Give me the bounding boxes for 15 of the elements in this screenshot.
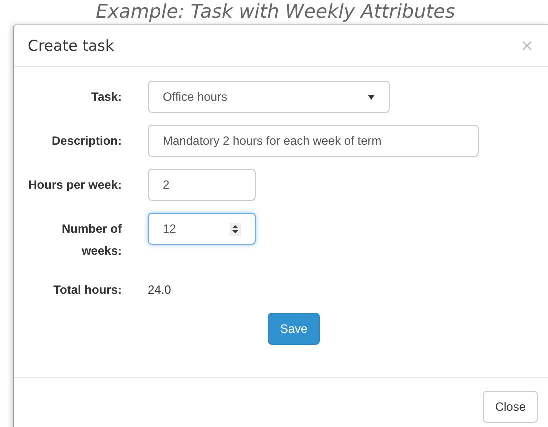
caret-icon (368, 94, 375, 100)
number-field[interactable]: 12 (148, 213, 256, 245)
field-label: Description: (50, 133, 122, 150)
dialog-title: Create task (28, 36, 114, 54)
total-value: 24.0 (148, 282, 172, 299)
spinner-icon[interactable] (230, 222, 241, 236)
field-label: Total hours: (52, 282, 122, 299)
input-field[interactable]: 2 (148, 169, 256, 201)
field-label: Task: (90, 89, 122, 106)
field-label: Number of weeks: (61, 221, 122, 260)
input-field[interactable]: Mandatory 2 hours for each week of term (148, 125, 479, 157)
close-button[interactable]: Close (483, 391, 538, 423)
task-select[interactable]: Office hours (148, 81, 390, 113)
page-heading: Example: Task with Weekly Attributes (95, 0, 456, 24)
field-label: Hours per week: (28, 177, 122, 194)
